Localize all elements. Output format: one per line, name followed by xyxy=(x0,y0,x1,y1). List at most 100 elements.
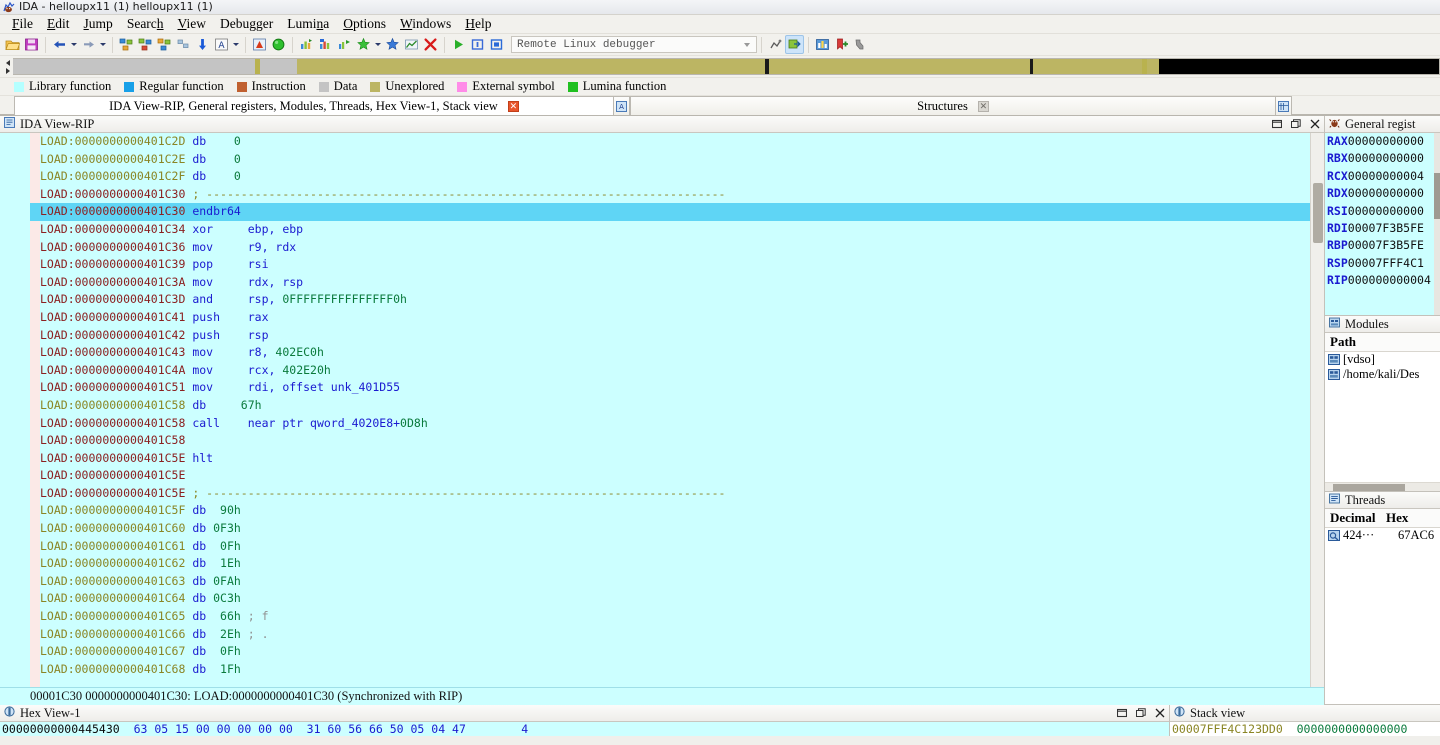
disassembly-line[interactable]: ·LOAD:0000000000401C2F db 0 xyxy=(30,168,1324,186)
disassembly-line[interactable]: ·LOAD:0000000000401C39 pop rsi xyxy=(30,256,1324,274)
close-icon[interactable]: ✕ xyxy=(507,100,519,112)
menu-options[interactable]: Options xyxy=(336,15,393,34)
threads-list[interactable]: 424··· 67AC6 xyxy=(1325,528,1440,704)
start-debug-icon[interactable] xyxy=(449,35,468,54)
register-row[interactable]: RSP00007FFF4C1 xyxy=(1325,255,1440,272)
terminate-debug-icon[interactable] xyxy=(487,35,506,54)
menu-edit[interactable]: Edit xyxy=(40,15,77,34)
disassembly-line[interactable]: ·LOAD:0000000000401C5E hlt xyxy=(30,450,1324,468)
attach-process-icon[interactable] xyxy=(785,35,804,54)
navigator-zoom-control[interactable] xyxy=(2,57,13,76)
disassembly-line[interactable]: LOAD:0000000000401C5E xyxy=(30,467,1324,485)
open-file-icon[interactable] xyxy=(3,35,22,54)
maximize-icon[interactable] xyxy=(1290,118,1301,129)
nav-back-dropdown-icon[interactable] xyxy=(69,35,79,54)
flow-chart-icon[interactable] xyxy=(155,35,174,54)
ida-view-icon[interactable]: A xyxy=(614,96,630,115)
navigator-segment[interactable] xyxy=(1159,59,1439,74)
watch-icon[interactable] xyxy=(851,35,870,54)
disassembly-line[interactable]: ·LOAD:0000000000401C3D and rsp, 0FFFFFFF… xyxy=(30,291,1324,309)
restore-icon[interactable] xyxy=(1271,118,1282,129)
disassembly-line[interactable]: ·LOAD:0000000000401C67 db 0Fh xyxy=(30,643,1324,661)
tab-structures[interactable]: Structures ✕ xyxy=(630,96,1276,115)
disassembly-line[interactable]: ·LOAD:0000000000401C3A mov rdx, rsp xyxy=(30,274,1324,292)
pause-debug-icon[interactable] xyxy=(468,35,487,54)
stats-icon[interactable] xyxy=(402,35,421,54)
menu-windows[interactable]: Windows xyxy=(393,15,458,34)
register-value[interactable]: 000000000004 xyxy=(1348,273,1431,287)
register-row[interactable]: RIP000000000004 xyxy=(1325,272,1440,289)
stack-row[interactable]: 00007FFF4C123DD0 0000000000000000 xyxy=(1172,722,1440,736)
disassembly-line[interactable]: ·LOAD:0000000000401C42 push rsp xyxy=(30,327,1324,345)
registers-list[interactable]: RAX00000000000 RBX00000000000 RCX000000000… xyxy=(1325,133,1440,315)
run-to-icon[interactable] xyxy=(297,35,316,54)
proximity-view-icon[interactable] xyxy=(136,35,155,54)
disassembly-line[interactable]: ·LOAD:0000000000401C36 mov r9, rdx xyxy=(30,239,1324,257)
disassembly-line[interactable]: ·LOAD:0000000000401C64 db 0C3h xyxy=(30,590,1324,608)
disassembly-line[interactable]: ·LOAD:0000000000401C34 xor ebp, ebp xyxy=(30,221,1324,239)
menu-search[interactable]: Search xyxy=(120,15,171,34)
disassembly-vertical-scrollbar[interactable] xyxy=(1310,133,1324,687)
thread-row[interactable]: 424··· 67AC6 xyxy=(1325,528,1440,543)
breakpoints-icon[interactable] xyxy=(766,35,785,54)
hex-row[interactable]: 00000000000445430 63 05 15 00 00 00 00 0… xyxy=(2,722,1169,736)
scrollbar-thumb[interactable] xyxy=(1333,484,1405,491)
navigator-band[interactable] xyxy=(13,58,1440,75)
navigator-segment[interactable] xyxy=(297,59,766,74)
register-value[interactable]: 00000000000 xyxy=(1348,186,1424,200)
run-icon[interactable] xyxy=(383,35,402,54)
close-icon[interactable]: ✕ xyxy=(977,100,989,112)
step-dropdown-icon[interactable] xyxy=(373,35,383,54)
scrollbar-thumb[interactable] xyxy=(1434,173,1440,219)
disassembly-line[interactable]: ·LOAD:0000000000401C58 call near ptr qwo… xyxy=(30,415,1324,433)
hex-view-body[interactable]: 00000000000445430 63 05 15 00 00 00 00 0… xyxy=(0,722,1169,736)
register-row[interactable]: RBP00007F3B5FE xyxy=(1325,237,1440,254)
disassembly-line[interactable]: ·LOAD:0000000000401C51 mov rdi, offset u… xyxy=(30,379,1324,397)
register-value[interactable]: 00000000004 xyxy=(1348,169,1424,183)
navigator-segment[interactable] xyxy=(768,59,1030,74)
graph-view-icon[interactable] xyxy=(117,35,136,54)
disassembly-line[interactable]: ·LOAD:0000000000401C5F db 90h xyxy=(30,502,1324,520)
register-row[interactable]: RBX00000000000 xyxy=(1325,150,1440,167)
close-icon[interactable] xyxy=(1309,118,1320,129)
register-row[interactable]: RAX00000000000 xyxy=(1325,133,1440,150)
disassembly-line[interactable]: LOAD:0000000000401C5E ; ----------------… xyxy=(30,485,1324,503)
module-row[interactable]: /home/kali/Des xyxy=(1325,367,1440,382)
disassembly-line[interactable]: ·LOAD:0000000000401C65 db 66h ; f xyxy=(30,608,1324,626)
maximize-icon[interactable] xyxy=(1135,707,1146,718)
menu-jump[interactable]: Jump xyxy=(77,15,120,34)
xrefs-icon[interactable] xyxy=(174,35,193,54)
disassembly-line[interactable]: LOAD:0000000000401C58 db 67h xyxy=(30,397,1324,415)
trace-icon[interactable] xyxy=(316,35,335,54)
register-row[interactable]: RDI00007F3B5FE xyxy=(1325,220,1440,237)
modules-horizontal-scrollbar[interactable] xyxy=(1325,482,1440,491)
text-view-dropdown-icon[interactable] xyxy=(231,35,241,54)
menu-debugger[interactable]: Debugger xyxy=(213,15,280,34)
register-row[interactable]: RSI00000000000 xyxy=(1325,203,1440,220)
step-into-icon[interactable] xyxy=(335,35,354,54)
disassembly-line[interactable]: ·LOAD:0000000000401C2D db 0 xyxy=(30,133,1324,151)
nav-forward-icon[interactable] xyxy=(79,35,98,54)
green-circle-icon[interactable] xyxy=(269,35,288,54)
disassembly-line[interactable]: RIPLOAD:0000000000401C30 endbr64 xyxy=(30,203,1324,221)
disassembly-line[interactable]: ·LOAD:0000000000401C41 push rax xyxy=(30,309,1324,327)
text-view-icon[interactable]: A xyxy=(212,35,231,54)
chart-blue-icon[interactable] xyxy=(813,35,832,54)
menu-view[interactable]: View xyxy=(171,15,213,34)
tab-ida-view-group[interactable]: IDA View-RIP, General registers, Modules… xyxy=(14,96,614,115)
disassembly-code-area[interactable]: ·LOAD:0000000000401C2D db 0 ·LOAD:0000000… xyxy=(30,133,1324,687)
register-value[interactable]: 00007F3B5FE xyxy=(1348,221,1424,235)
close-icon[interactable] xyxy=(1154,707,1165,718)
jump-down-icon[interactable] xyxy=(193,35,212,54)
navigator-segment[interactable] xyxy=(13,59,256,74)
register-value[interactable]: 00007F3B5FE xyxy=(1348,238,1424,252)
warning-marker-icon[interactable] xyxy=(250,35,269,54)
disassembly-line[interactable]: LOAD:0000000000401C30 ; ----------------… xyxy=(30,186,1324,204)
restore-icon[interactable] xyxy=(1116,707,1127,718)
nav-back-icon[interactable] xyxy=(50,35,69,54)
modules-list[interactable]: [vdso]/home/kali/Des xyxy=(1325,352,1440,491)
disassembly-line[interactable]: ·LOAD:0000000000401C63 db 0FAh xyxy=(30,573,1324,591)
add-bookmark-icon[interactable] xyxy=(832,35,851,54)
disassembly-line[interactable]: ·LOAD:0000000000401C61 db 0Fh xyxy=(30,538,1324,556)
nav-forward-dropdown-icon[interactable] xyxy=(98,35,108,54)
